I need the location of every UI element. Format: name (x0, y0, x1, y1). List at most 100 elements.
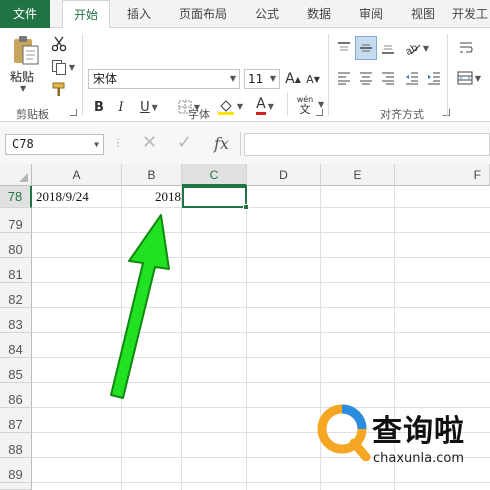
decrease-indent-icon (406, 72, 418, 85)
align-bottom-button[interactable] (378, 38, 398, 58)
shrink-font-icon: A (306, 72, 314, 86)
divider (287, 92, 288, 116)
fill-handle[interactable] (243, 204, 249, 210)
underline-button[interactable]: U ▼ (134, 97, 164, 117)
column-header-b[interactable]: B (122, 164, 182, 186)
group-separator (328, 34, 329, 116)
watermark-url: chaxunla.com (373, 451, 464, 466)
align-top-icon (338, 42, 350, 51)
align-right-button[interactable] (378, 68, 398, 88)
font-size-combo[interactable]: 11 ▼ (244, 69, 280, 89)
shrink-font-button[interactable]: A ▼ (304, 69, 322, 89)
font-size-value: 11 (248, 72, 264, 86)
row-header-82[interactable]: 82 (0, 283, 32, 308)
merge-center-button[interactable]: ▼ (452, 68, 486, 88)
cancel-button[interactable]: ✕ (142, 132, 157, 156)
row-header-83[interactable]: 83 (0, 308, 32, 333)
row-header-86[interactable]: 86 (0, 383, 32, 408)
fill-color-button[interactable]: ▼ (214, 95, 246, 117)
align-left-icon (338, 72, 350, 85)
increase-indent-icon (428, 72, 440, 85)
column-header-e[interactable]: E (321, 164, 395, 186)
paste-button[interactable] (8, 34, 44, 66)
row-header-87[interactable]: 87 (0, 408, 32, 433)
tab-view[interactable]: 视图 (400, 0, 446, 28)
chevron-down-icon: ▼ (269, 74, 276, 83)
increase-indent-button[interactable] (424, 68, 444, 88)
font-launcher-icon[interactable] (316, 109, 323, 116)
font-color-button[interactable]: A ▼ (250, 95, 280, 117)
row-header-84[interactable]: 84 (0, 333, 32, 358)
tab-home[interactable]: 开始 (62, 0, 110, 29)
bold-button[interactable]: B (90, 97, 108, 117)
copy-button[interactable]: ▼ (48, 57, 78, 77)
align-middle-button[interactable] (355, 36, 377, 60)
row-header-80[interactable]: 80 (0, 233, 32, 258)
format-painter-button[interactable] (48, 80, 70, 100)
tab-data[interactable]: 数据 (296, 0, 342, 28)
fill-bucket-icon (217, 100, 234, 115)
grow-font-button[interactable]: A ▲ (284, 69, 302, 89)
tab-review[interactable]: 审阅 (348, 0, 394, 28)
active-cell-c78[interactable] (182, 186, 247, 208)
tab-page-layout[interactable]: 页面布局 (170, 0, 236, 28)
column-header-f[interactable]: F (395, 164, 490, 186)
chevron-down-icon: ▼ (229, 74, 236, 83)
row-header-78[interactable]: 78 (0, 186, 32, 208)
align-middle-icon (360, 44, 372, 52)
phonetic-dropdown-icon[interactable]: ▼ (318, 100, 324, 109)
annotation-arrow-icon (110, 214, 170, 399)
row-header-79[interactable]: 79 (0, 208, 32, 233)
enter-button[interactable]: ✓ (177, 132, 192, 156)
font-color-icon: A (256, 97, 266, 115)
cut-button[interactable] (48, 34, 70, 54)
column-header-d[interactable]: D (247, 164, 321, 186)
phonetic-button[interactable]: wén 文 (292, 92, 318, 118)
align-left-button[interactable] (334, 68, 354, 88)
tab-formulas[interactable]: 公式 (244, 0, 290, 28)
align-bottom-icon (382, 45, 394, 54)
grow-font-icon: A (285, 71, 295, 87)
wrap-text-button[interactable] (456, 38, 476, 58)
orientation-button[interactable]: ab ▼ (402, 38, 432, 58)
gridline (32, 482, 490, 483)
tab-file[interactable]: 文件 (0, 0, 50, 28)
gridline (246, 186, 247, 490)
italic-button[interactable]: I (112, 97, 130, 117)
alignment-group-label: 对齐方式 (380, 108, 424, 121)
insert-function-button[interactable]: fx (214, 134, 229, 153)
decrease-indent-button[interactable] (402, 68, 422, 88)
column-header-a[interactable]: A (32, 164, 122, 186)
clipboard-group-label: 剪贴板 (16, 108, 49, 121)
magnifier-logo-icon (317, 404, 371, 461)
paste-icon (14, 36, 39, 65)
row-header-90[interactable] (0, 483, 32, 490)
formula-input[interactable] (244, 133, 490, 156)
cell-b78[interactable]: 2018 (124, 187, 181, 207)
ribbon-home: 粘贴 ▼ ▼ 剪贴板 宋体 ▼ 11 ▼ A ▲ A ▼ B I U ▼ ▼ ▼… (0, 28, 490, 122)
paste-dropdown-icon[interactable]: ▼ (20, 84, 26, 93)
align-right-icon (382, 72, 394, 85)
align-top-button[interactable] (334, 38, 354, 58)
clipboard-launcher-icon[interactable] (70, 109, 77, 116)
name-box-value: C78 (12, 137, 34, 151)
format-painter-icon (52, 82, 65, 96)
tab-insert[interactable]: 插入 (116, 0, 162, 28)
row-header-89[interactable]: 89 (0, 458, 32, 483)
scissors-icon (51, 36, 67, 52)
group-separator (447, 34, 448, 116)
align-center-icon (360, 72, 372, 85)
name-box[interactable]: C78 ▼ (5, 134, 104, 155)
tab-developer[interactable]: 开发工 (452, 0, 490, 28)
chevron-down-icon: ▼ (94, 140, 99, 149)
select-all-icon (19, 173, 28, 182)
row-header-81[interactable]: 81 (0, 258, 32, 283)
align-center-button[interactable] (356, 68, 376, 88)
cell-a78[interactable]: 2018/9/24 (36, 187, 89, 207)
formula-bar-grip-icon[interactable]: ⋮ (113, 138, 123, 149)
row-header-85[interactable]: 85 (0, 358, 32, 383)
font-name-value: 宋体 (93, 72, 118, 86)
column-header-c[interactable]: C (182, 164, 247, 186)
font-name-combo[interactable]: 宋体 ▼ (88, 69, 240, 89)
row-header-88[interactable]: 88 (0, 433, 32, 458)
